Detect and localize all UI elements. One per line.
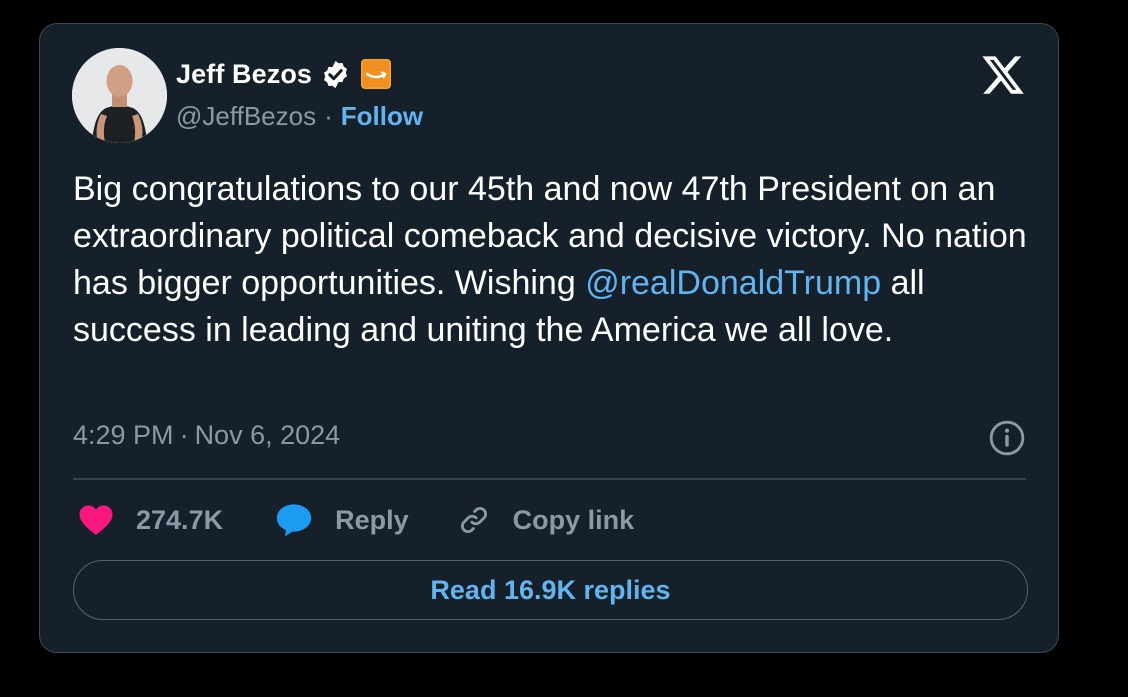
amazon-logo-icon[interactable] [361,59,392,89]
divider [73,478,1026,480]
heart-icon [79,505,113,535]
copy-link-label: Copy link [512,504,635,535]
profile-photo-icon [72,48,167,143]
tweet-time: 4:29 PM [73,420,174,450]
like-count: 274.7K [136,504,224,535]
copy-link-button[interactable]: Copy link [457,503,635,537]
reply-bubble-icon [276,504,312,537]
read-replies-button[interactable]: Read 16.9K replies [73,560,1028,620]
tweet-date: Nov 6, 2024 [194,420,341,450]
author-display-name[interactable]: Jeff Bezos [176,59,312,90]
author-name-row: Jeff Bezos [176,58,392,90]
author-handle-row: @JeffBezos · Follow [176,100,423,132]
avatar[interactable] [72,48,167,143]
handle-separator: · [324,100,333,131]
tweet-text: Big congratulations to our 45th and now … [73,166,1038,354]
action-bar: 274.7K Reply Copy link [78,498,634,542]
x-logo-icon[interactable] [980,52,1026,98]
like-button[interactable]: 274.7K [78,503,223,537]
tweet-card: Jeff Bezos @JeffBezos · Follow Big congr… [39,23,1059,653]
follow-button[interactable]: Follow [341,101,423,132]
verified-badge-icon [320,59,351,90]
link-icon [460,506,487,534]
timestamp-separator: · [179,420,189,450]
tweet-timestamp[interactable]: 4:29 PM · Nov 6, 2024 [73,420,340,451]
author-handle[interactable]: @JeffBezos [176,101,316,132]
mention-link[interactable]: @realDonaldTrump [585,264,881,302]
reply-button[interactable]: Reply [275,502,409,538]
info-icon[interactable] [988,419,1026,457]
reply-label: Reply [335,504,409,535]
read-replies-label: Read 16.9K replies [430,574,671,605]
